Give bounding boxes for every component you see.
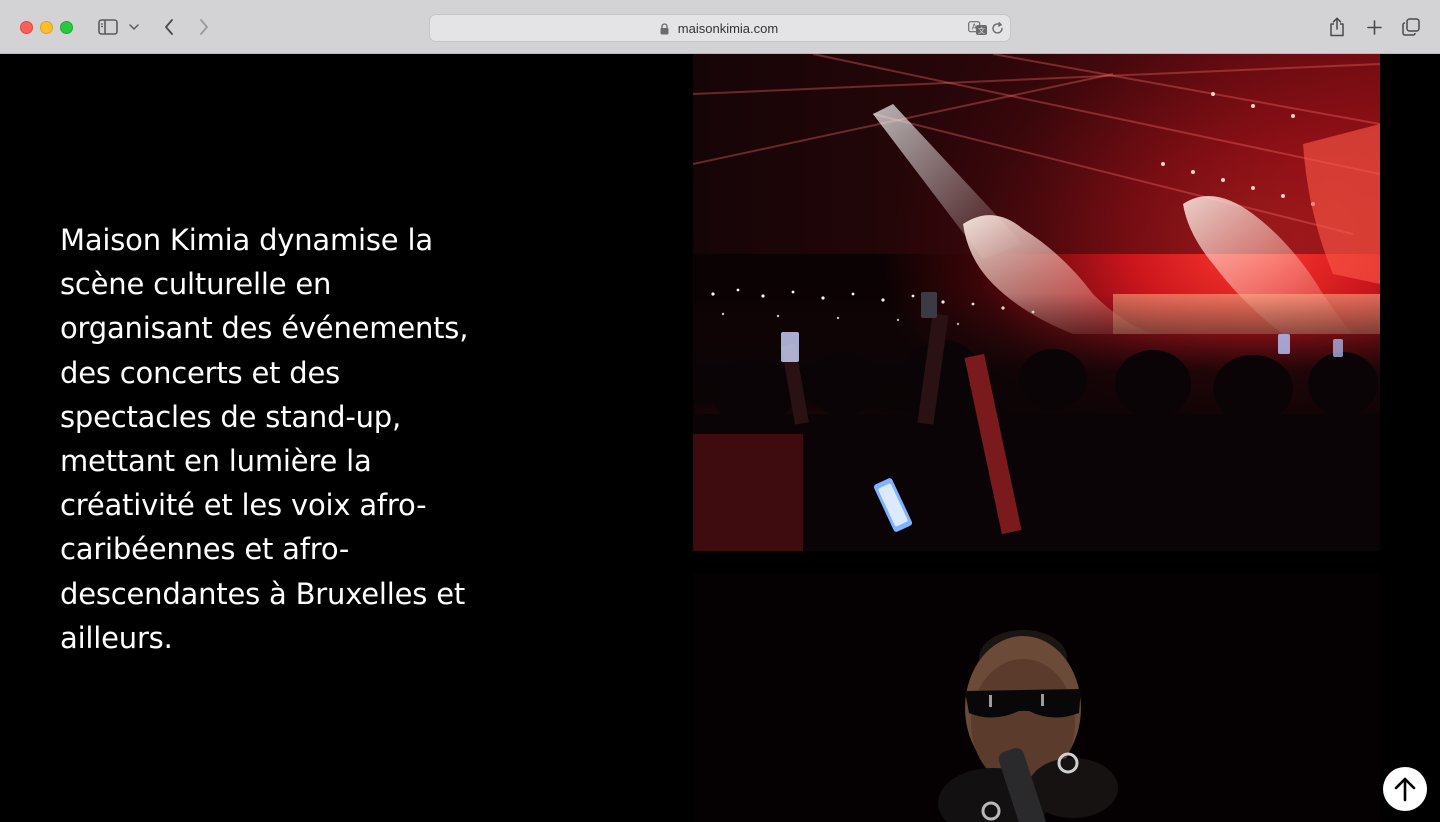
artist-portrait-photo	[693, 573, 1380, 822]
intro-paragraph: Maison Kimia dynamise la scène culturell…	[60, 223, 469, 655]
scroll-to-top-button[interactable]	[1383, 767, 1427, 811]
concert-crowd-photo	[693, 54, 1380, 551]
tab-overview-button[interactable]	[1399, 14, 1423, 40]
maximize-window-button[interactable]	[60, 21, 73, 34]
page-content: Maison Kimia dynamise la scène culturell…	[0, 54, 1440, 822]
address-bar[interactable]: maisonkimia.com A 文	[429, 14, 1011, 42]
close-window-button[interactable]	[20, 21, 33, 34]
chevron-left-icon	[165, 19, 173, 35]
translate-icon[interactable]: A 文	[968, 21, 988, 36]
sidebar-menu-button[interactable]	[126, 14, 142, 40]
sidebar-toggle-button[interactable]	[96, 14, 120, 40]
share-button[interactable]	[1325, 14, 1349, 40]
tabs-overview-icon	[1402, 18, 1420, 36]
reload-icon[interactable]	[991, 22, 1004, 35]
plus-icon	[1366, 19, 1382, 35]
svg-text:文: 文	[978, 26, 985, 35]
url-text: maisonkimia.com	[677, 20, 779, 36]
sidebar-icon	[98, 19, 118, 35]
back-button[interactable]	[158, 14, 180, 40]
chevron-right-icon	[200, 19, 208, 35]
new-tab-button[interactable]	[1362, 14, 1386, 40]
minimize-window-button[interactable]	[40, 21, 53, 34]
lock-icon	[660, 23, 669, 35]
forward-button[interactable]	[193, 14, 215, 40]
browser-toolbar: maisonkimia.com A 文	[0, 0, 1440, 54]
chevron-down-icon	[129, 24, 139, 30]
share-icon	[1330, 17, 1344, 37]
arrow-up-icon	[1394, 777, 1416, 802]
